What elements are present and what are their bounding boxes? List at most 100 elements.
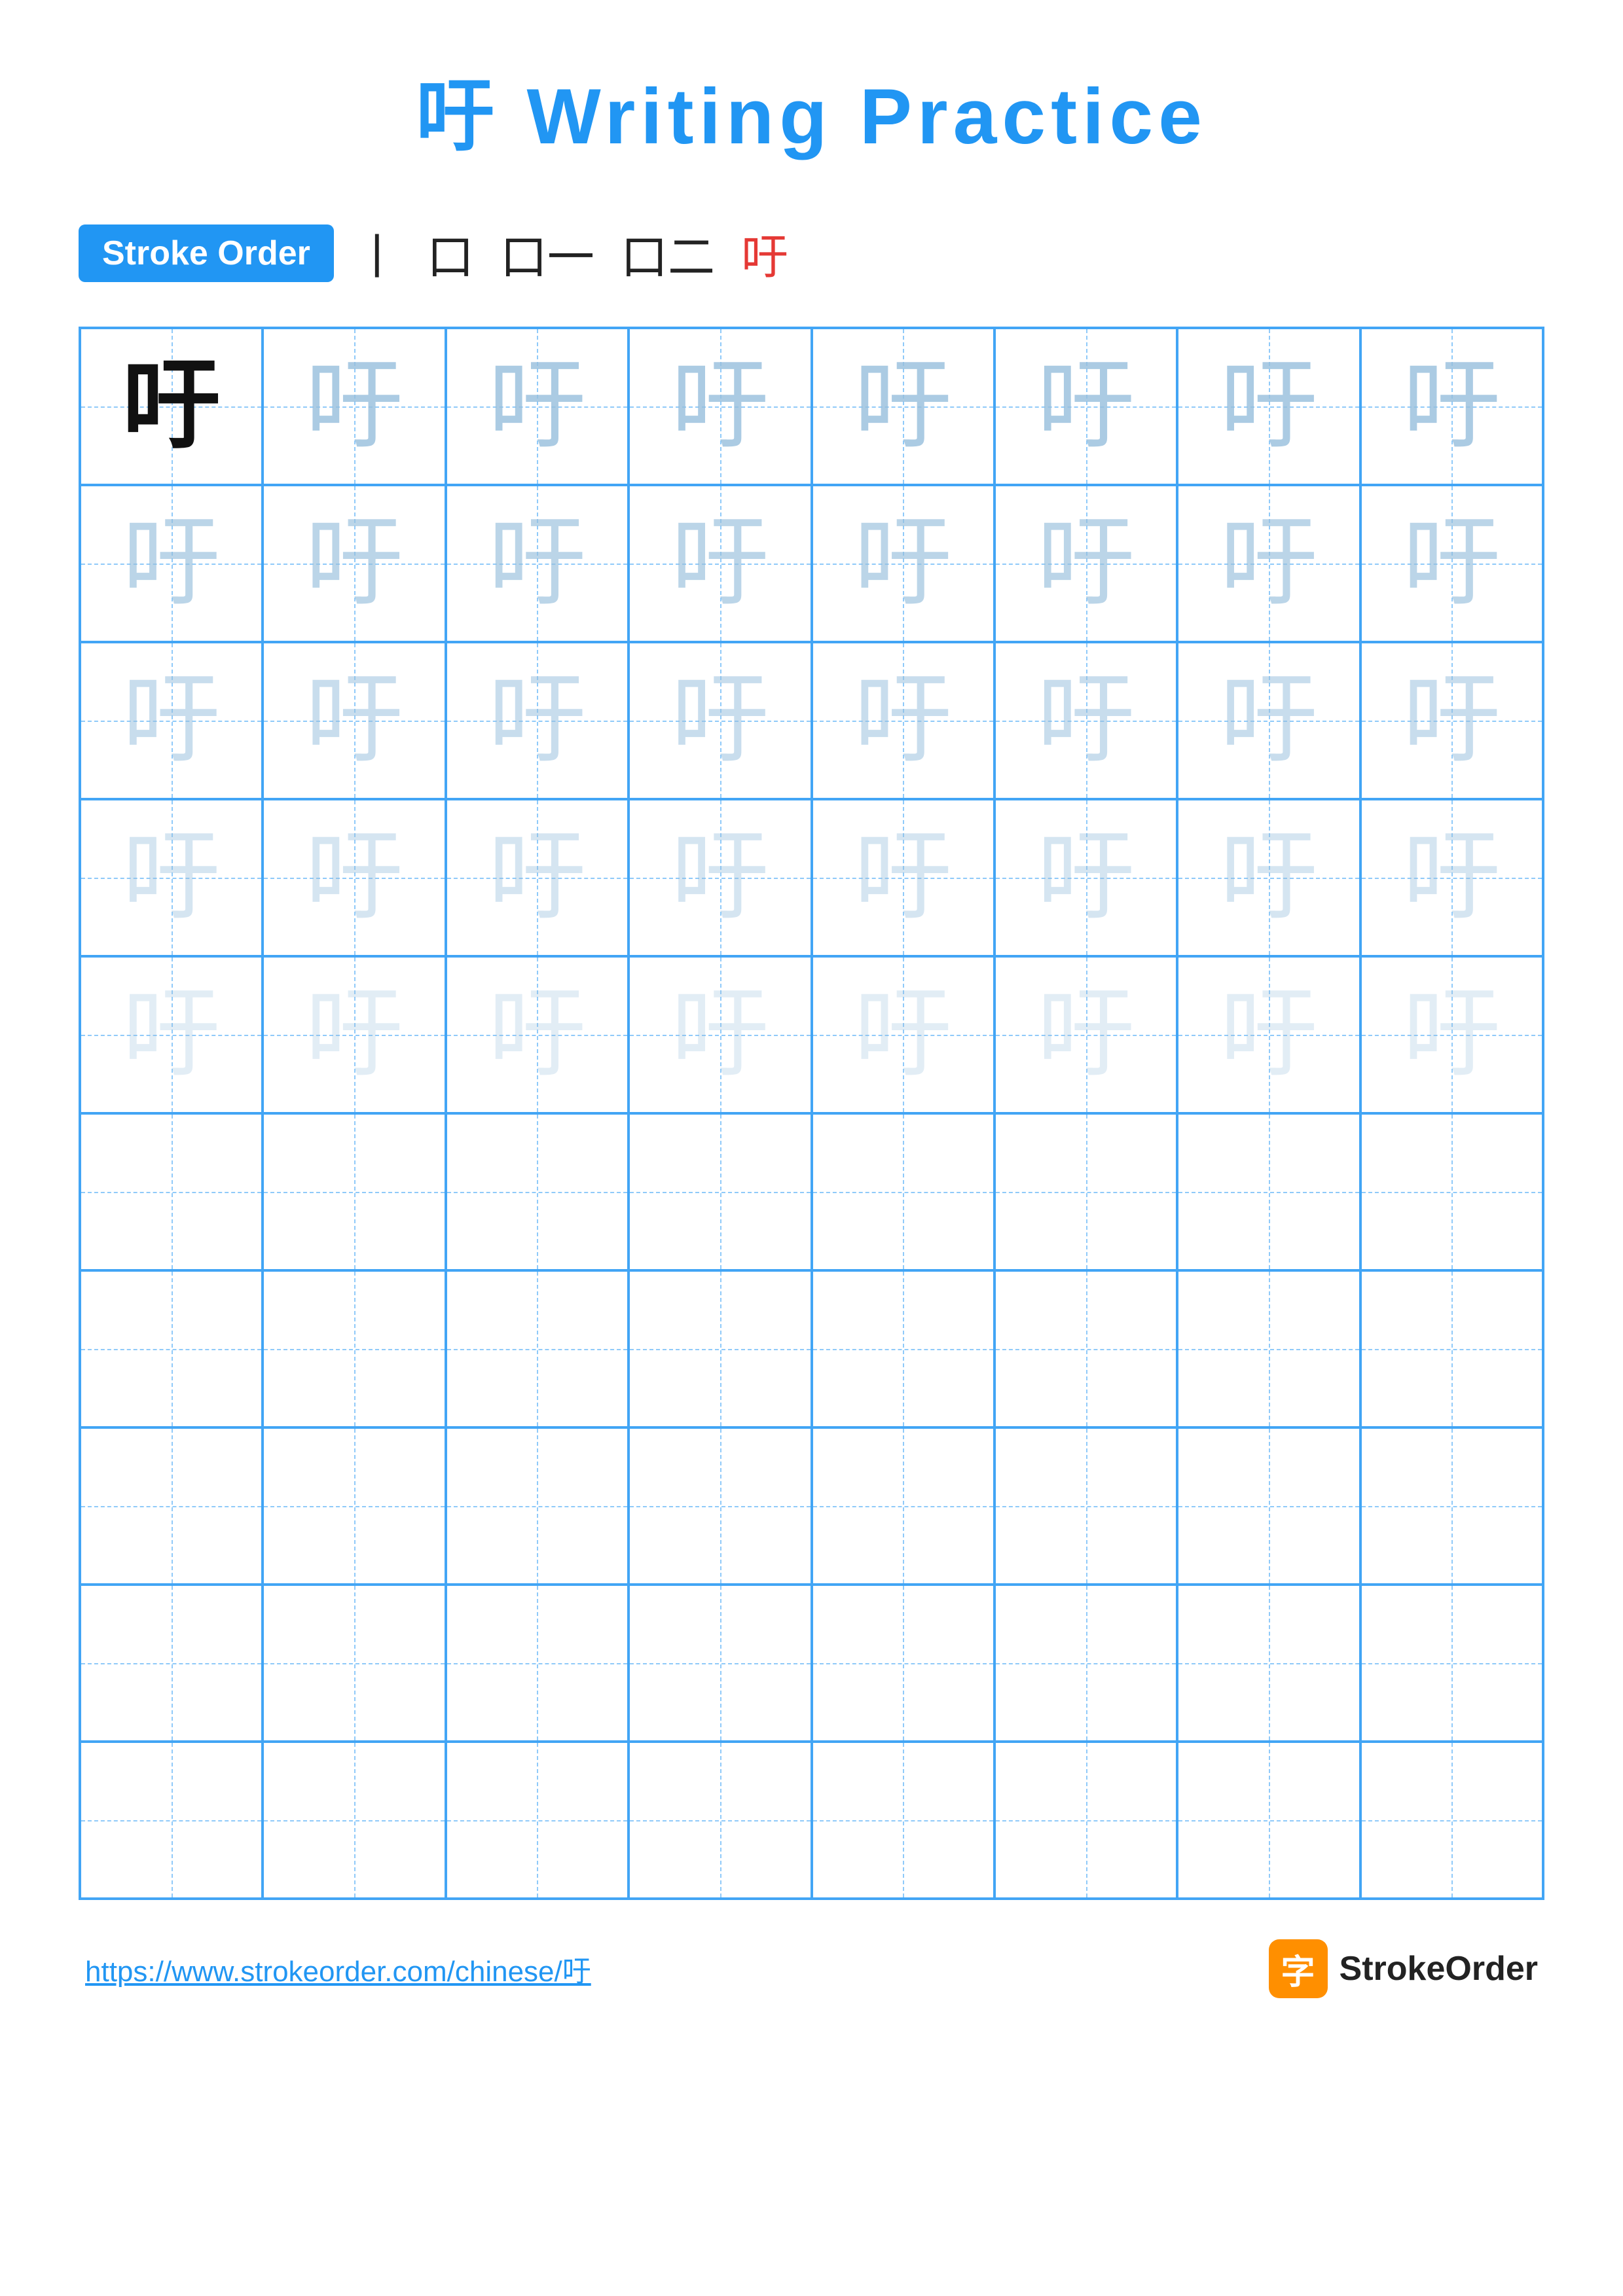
grid-cell[interactable]: [80, 1742, 263, 1899]
practice-char: 吁: [1178, 329, 1359, 484]
grid-cell[interactable]: [80, 1585, 263, 1742]
grid-cell[interactable]: [812, 1270, 994, 1427]
grid-cell[interactable]: 吁: [994, 956, 1177, 1113]
grid-cell[interactable]: 吁: [263, 956, 445, 1113]
grid-cell[interactable]: 吁: [994, 485, 1177, 642]
practice-char: 吁: [81, 643, 261, 798]
grid-cell[interactable]: 吁: [1177, 799, 1360, 956]
grid-cell[interactable]: 吁: [629, 956, 811, 1113]
grid-cell[interactable]: [446, 1585, 629, 1742]
grid-cell[interactable]: 吁: [263, 485, 445, 642]
stroke-step-3: 口一: [500, 219, 594, 287]
grid-cell[interactable]: 吁: [812, 642, 994, 799]
grid-cell[interactable]: [1360, 1113, 1543, 1270]
grid-cell[interactable]: [994, 1270, 1177, 1427]
grid-cell[interactable]: [1177, 1742, 1360, 1899]
grid-cell[interactable]: 吁: [80, 799, 263, 956]
practice-char: 吁: [996, 643, 1176, 798]
grid-cell[interactable]: 吁: [446, 642, 629, 799]
grid-cell[interactable]: 吁: [446, 328, 629, 485]
grid-cell[interactable]: 吁: [994, 328, 1177, 485]
grid-cell[interactable]: 吁: [1360, 799, 1543, 956]
grid-cell[interactable]: [446, 1270, 629, 1427]
grid-cell[interactable]: [1360, 1270, 1543, 1427]
grid-cell[interactable]: 吁: [994, 799, 1177, 956]
grid-cell[interactable]: [263, 1113, 445, 1270]
grid-cell[interactable]: [263, 1270, 445, 1427]
grid-cell[interactable]: [629, 1585, 811, 1742]
grid-cell[interactable]: 吁: [446, 485, 629, 642]
grid-cell[interactable]: 吁: [80, 485, 263, 642]
practice-char: 吁: [447, 643, 627, 798]
grid-cell[interactable]: [80, 1113, 263, 1270]
grid-cell[interactable]: [1177, 1585, 1360, 1742]
practice-char: 吁: [813, 958, 993, 1112]
grid-cell[interactable]: [1360, 1427, 1543, 1585]
grid-cell[interactable]: [446, 1113, 629, 1270]
grid-cell[interactable]: 吁: [80, 956, 263, 1113]
grid-cell[interactable]: [446, 1427, 629, 1585]
grid-cell[interactable]: [1177, 1270, 1360, 1427]
grid-cell[interactable]: [1177, 1113, 1360, 1270]
practice-char: 吁: [1362, 800, 1542, 955]
grid-cell[interactable]: [812, 1427, 994, 1585]
grid-cell[interactable]: 吁: [263, 799, 445, 956]
title-text: Writing Practice: [500, 73, 1207, 160]
grid-cell[interactable]: [80, 1427, 263, 1585]
footer-url[interactable]: https://www.strokeorder.com/chinese/吁: [85, 1948, 591, 1990]
grid-cell[interactable]: [629, 1742, 811, 1899]
grid-cell[interactable]: 吁: [629, 328, 811, 485]
grid-cell[interactable]: 吁: [1360, 956, 1543, 1113]
practice-char: 吁: [1362, 486, 1542, 641]
grid-cell[interactable]: 吁: [80, 328, 263, 485]
grid-cell[interactable]: 吁: [446, 956, 629, 1113]
grid-cell[interactable]: 吁: [629, 485, 811, 642]
practice-char: 吁: [813, 800, 993, 955]
grid-cell[interactable]: [446, 1742, 629, 1899]
grid-cell[interactable]: [263, 1742, 445, 1899]
grid-cell[interactable]: 吁: [812, 328, 994, 485]
grid-cell[interactable]: [812, 1742, 994, 1899]
grid-cell[interactable]: 吁: [1177, 956, 1360, 1113]
grid-cell[interactable]: [629, 1427, 811, 1585]
practice-char: 吁: [630, 486, 810, 641]
grid-cell[interactable]: [812, 1585, 994, 1742]
grid-cell[interactable]: 吁: [80, 642, 263, 799]
grid-cell[interactable]: [994, 1742, 1177, 1899]
practice-char: 吁: [996, 486, 1176, 641]
grid-cell[interactable]: [994, 1427, 1177, 1585]
practice-char: 吁: [264, 958, 444, 1112]
grid-cell[interactable]: 吁: [263, 642, 445, 799]
grid-cell[interactable]: 吁: [812, 799, 994, 956]
practice-char: 吁: [813, 329, 993, 484]
grid-cell[interactable]: [812, 1113, 994, 1270]
practice-char: 吁: [813, 643, 993, 798]
grid-cell[interactable]: 吁: [1177, 328, 1360, 485]
grid-cell[interactable]: 吁: [1360, 328, 1543, 485]
grid-cell[interactable]: [629, 1270, 811, 1427]
grid-cell[interactable]: 吁: [1177, 485, 1360, 642]
stroke-step-4: 口二: [621, 219, 715, 287]
grid-cell[interactable]: 吁: [1360, 485, 1543, 642]
grid-cell[interactable]: 吁: [629, 642, 811, 799]
grid-cell[interactable]: [1360, 1585, 1543, 1742]
grid-cell[interactable]: 吁: [812, 485, 994, 642]
grid-cell[interactable]: [629, 1113, 811, 1270]
grid-cell[interactable]: 吁: [812, 956, 994, 1113]
grid-cell[interactable]: [80, 1270, 263, 1427]
grid-cell[interactable]: [1360, 1742, 1543, 1899]
grid-cell[interactable]: 吁: [1177, 642, 1360, 799]
grid-cell[interactable]: 吁: [1360, 642, 1543, 799]
grid-cell[interactable]: [994, 1113, 1177, 1270]
grid-cell[interactable]: 吁: [446, 799, 629, 956]
grid-cell[interactable]: [994, 1585, 1177, 1742]
practice-char: 吁: [447, 800, 627, 955]
stroke-order-row: Stroke Order 丨 口 口一 口二 吁: [79, 219, 1544, 287]
grid-cell[interactable]: [263, 1585, 445, 1742]
grid-cell[interactable]: [263, 1427, 445, 1585]
grid-cell[interactable]: [1177, 1427, 1360, 1585]
grid-cell[interactable]: 吁: [994, 642, 1177, 799]
footer-brand-text: StrokeOrder: [1340, 1949, 1538, 1988]
grid-cell[interactable]: 吁: [263, 328, 445, 485]
grid-cell[interactable]: 吁: [629, 799, 811, 956]
